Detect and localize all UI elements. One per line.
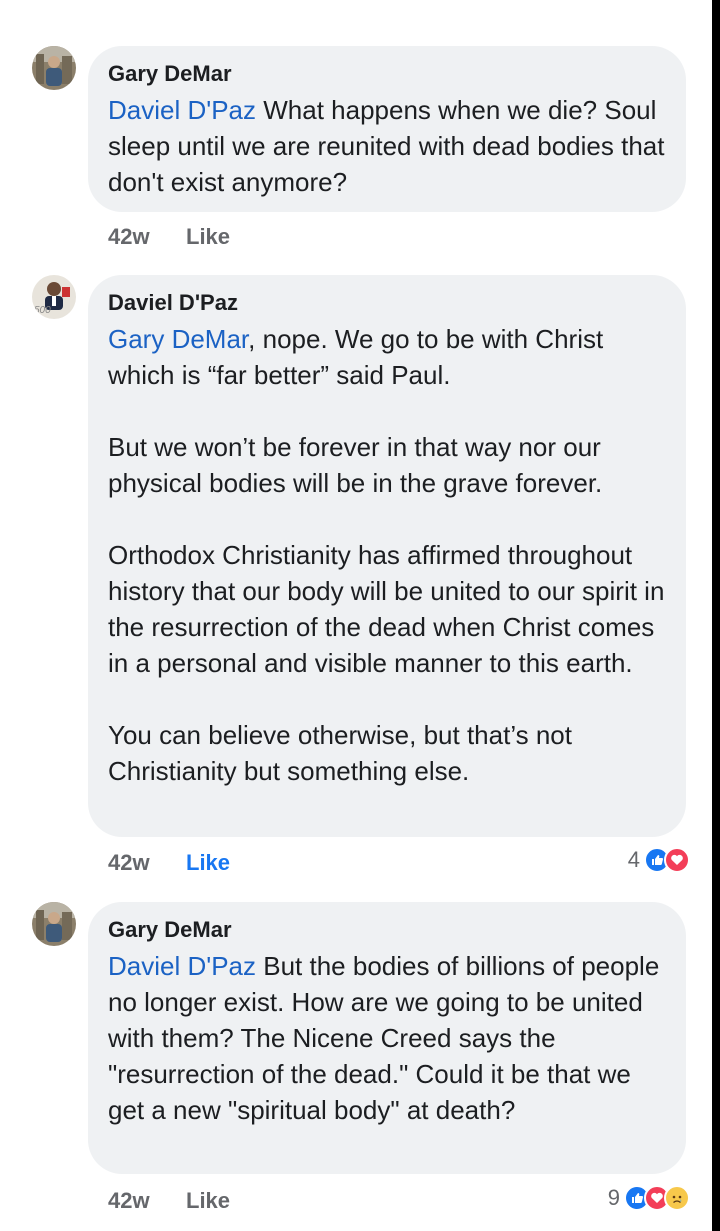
comment-bubble: Gary DeMar Daviel D'Paz But the bodies o… — [88, 902, 686, 1174]
avatar-badge: 500 — [34, 305, 51, 316]
comment-actions: 42w Like — [108, 224, 230, 250]
reaction-summary[interactable]: 4 — [628, 847, 690, 873]
comment-text: Daviel D'Paz What happens when we die? S… — [108, 92, 666, 200]
mention-link[interactable]: Gary DeMar — [108, 324, 248, 354]
sad-icon — [664, 1185, 690, 1211]
mention-link[interactable]: Daviel D'Paz — [108, 951, 256, 981]
like-button[interactable]: Like — [186, 1188, 230, 1214]
comment-timestamp[interactable]: 42w — [108, 1188, 186, 1214]
mention-link[interactable]: Daviel D'Paz — [108, 95, 256, 125]
like-button[interactable]: Like — [186, 224, 230, 250]
comment-bubble: Daviel D'Paz Gary DeMar, nope. We go to … — [88, 275, 686, 837]
reaction-summary[interactable]: 9 — [608, 1185, 690, 1211]
comment-actions: 42w Like — [108, 1188, 230, 1214]
comment-timestamp[interactable]: 42w — [108, 850, 186, 876]
comment-author[interactable]: Gary DeMar — [108, 60, 666, 88]
reaction-count: 9 — [607, 1185, 620, 1210]
love-icon — [664, 847, 690, 873]
comment-actions: 42w Like — [108, 850, 230, 876]
comment-paragraph: But we won’t be forever in that way nor … — [108, 432, 603, 498]
reaction-count: 4 — [627, 847, 640, 872]
comment-paragraph: Orthodox Christianity has affirmed throu… — [108, 540, 665, 678]
comment-author[interactable]: Gary DeMar — [108, 916, 666, 944]
comment-text: Gary DeMar, nope. We go to be with Chris… — [108, 321, 666, 789]
comment-timestamp[interactable]: 42w — [108, 224, 186, 250]
like-button[interactable]: Like — [186, 850, 230, 876]
avatar-image — [32, 902, 76, 946]
screen-edge — [712, 0, 720, 1231]
avatar-image — [32, 46, 76, 90]
avatar[interactable] — [32, 46, 76, 90]
comment-author[interactable]: Daviel D'Paz — [108, 289, 666, 317]
comment-bubble: Gary DeMar Daviel D'Paz What happens whe… — [88, 46, 686, 212]
avatar[interactable] — [32, 902, 76, 946]
avatar[interactable]: 500 — [32, 275, 76, 319]
comment-paragraph: You can believe otherwise, but that’s no… — [108, 720, 572, 786]
comment-text: Daviel D'Paz But the bodies of billions … — [108, 948, 666, 1128]
